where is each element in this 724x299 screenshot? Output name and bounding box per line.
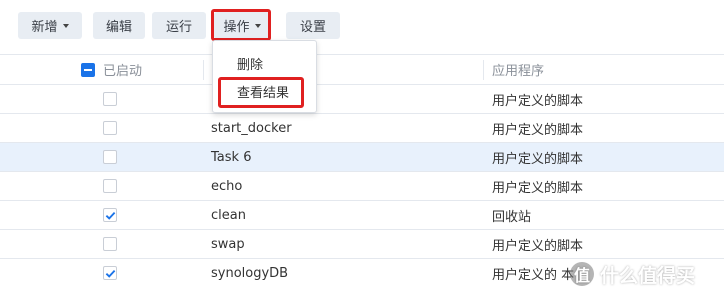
task-app: 用户定义的 本 bbox=[492, 267, 575, 283]
edit-button-label: 编辑 bbox=[105, 20, 132, 35]
menu-item-delete-label: 删除 bbox=[237, 57, 264, 73]
task-app: 用户定义的脚本 bbox=[492, 180, 584, 196]
header-app-label: 应用程序 bbox=[492, 64, 545, 79]
table-row[interactable]: echo 用户定义的脚本 bbox=[0, 171, 724, 200]
table-row-selected[interactable]: Task 6 用户定义的脚本 bbox=[0, 142, 724, 171]
select-all-checkbox[interactable] bbox=[81, 62, 95, 77]
enabled-checkbox[interactable] bbox=[103, 121, 117, 135]
menu-item-view-result-label: 查看结果 bbox=[237, 85, 290, 101]
enabled-checkbox[interactable] bbox=[103, 179, 117, 193]
table-row[interactable]: swap 用户定义的脚本 bbox=[0, 229, 724, 258]
action-button-label: 操作 bbox=[223, 20, 250, 35]
table-row[interactable]: clean 回收站 bbox=[0, 200, 724, 229]
new-button-label: 新增 bbox=[31, 20, 58, 35]
toolbar: 新增 编辑 运行 操作 设置 bbox=[0, 0, 724, 50]
task-app: 用户定义的脚本 bbox=[492, 122, 584, 138]
table-header: 已启动 应用程序 bbox=[0, 54, 724, 84]
check-icon bbox=[105, 211, 115, 220]
watermark-logo: 值 bbox=[570, 262, 594, 286]
column-divider bbox=[203, 60, 204, 80]
column-divider bbox=[483, 60, 484, 80]
task-name: clean bbox=[211, 207, 246, 223]
header-enabled-label: 已启动 bbox=[103, 64, 143, 79]
task-app: 用户定义的脚本 bbox=[492, 151, 584, 167]
menu-item-delete[interactable]: 删除 bbox=[213, 50, 316, 76]
enabled-checkbox[interactable] bbox=[103, 266, 117, 280]
run-button-label: 运行 bbox=[165, 20, 192, 35]
enabled-checkbox[interactable] bbox=[103, 150, 117, 164]
new-button[interactable]: 新增 bbox=[18, 12, 82, 39]
check-icon bbox=[105, 269, 115, 278]
task-name: synologyDB bbox=[211, 265, 289, 281]
enabled-checkbox[interactable] bbox=[103, 237, 117, 251]
watermark-text: 什么值得买 bbox=[600, 264, 696, 287]
chevron-down-icon bbox=[254, 24, 261, 28]
menu-item-view-result[interactable]: 查看结果 bbox=[213, 78, 316, 104]
run-button[interactable]: 运行 bbox=[152, 12, 206, 39]
settings-button[interactable]: 设置 bbox=[286, 12, 340, 39]
watermark: 值 什么值得买 bbox=[570, 258, 720, 290]
header-app[interactable]: 应用程序 bbox=[492, 55, 544, 84]
task-name: start_docker bbox=[211, 120, 292, 136]
chevron-down-icon bbox=[62, 24, 69, 28]
settings-button-label: 设置 bbox=[299, 20, 326, 35]
enabled-checkbox[interactable] bbox=[103, 208, 117, 222]
table-row[interactable]: start_docker 用户定义的脚本 bbox=[0, 113, 724, 142]
task-app: 用户定义的脚本 bbox=[492, 238, 584, 254]
task-app: 回收站 bbox=[492, 209, 532, 225]
table-row[interactable]: 用户定义的脚本 bbox=[0, 84, 724, 113]
action-button[interactable]: 操作 bbox=[214, 12, 270, 39]
task-name: Task 6 bbox=[211, 149, 252, 165]
enabled-checkbox[interactable] bbox=[103, 92, 117, 106]
action-dropdown-menu: 删除 查看结果 bbox=[212, 40, 317, 113]
header-enabled[interactable]: 已启动 bbox=[81, 55, 142, 84]
task-app: 用户定义的脚本 bbox=[492, 93, 584, 109]
edit-button[interactable]: 编辑 bbox=[93, 12, 145, 39]
task-name: echo bbox=[211, 178, 243, 194]
task-name: swap bbox=[211, 236, 245, 252]
